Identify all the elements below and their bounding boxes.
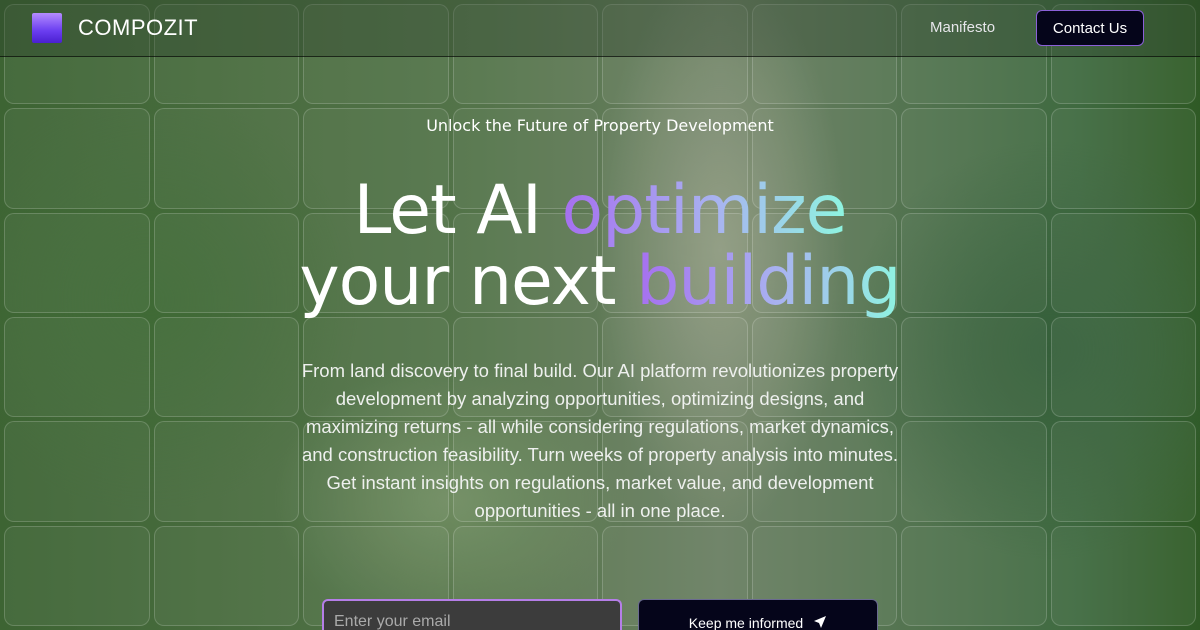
background-tile bbox=[901, 525, 1047, 626]
background-tile bbox=[1050, 317, 1196, 418]
contact-us-button[interactable]: Contact Us bbox=[1036, 10, 1144, 46]
background-tile bbox=[901, 317, 1047, 418]
background-tile bbox=[1050, 421, 1196, 522]
email-input[interactable] bbox=[322, 599, 622, 630]
title-plain: your next bbox=[299, 242, 637, 321]
background-tile bbox=[4, 421, 150, 522]
send-arrow-icon bbox=[813, 615, 827, 630]
background-tile bbox=[153, 421, 299, 522]
hero-description: From land discovery to final build. Our … bbox=[301, 360, 899, 521]
keep-me-informed-button[interactable]: Keep me informed bbox=[638, 599, 878, 630]
title-accent: optimize bbox=[561, 171, 848, 250]
title-accent: building bbox=[636, 242, 901, 321]
background-tile bbox=[1050, 525, 1196, 626]
hero-title-line-1: Let AI optimize bbox=[0, 175, 1200, 247]
background-tile bbox=[153, 525, 299, 626]
hero-title-line-2: your next building bbox=[0, 246, 1200, 318]
background-tile bbox=[153, 317, 299, 418]
hero-eyebrow: Unlock the Future of Property Developmen… bbox=[426, 116, 774, 135]
nav-link-manifesto[interactable]: Manifesto bbox=[930, 19, 995, 36]
top-nav: COMPOZIT Manifesto Contact Us bbox=[0, 0, 1200, 57]
background-tile bbox=[4, 525, 150, 626]
title-plain: Let AI bbox=[353, 171, 562, 250]
background-tile bbox=[4, 317, 150, 418]
background-tile bbox=[901, 421, 1047, 522]
brand-name[interactable]: COMPOZIT bbox=[78, 15, 198, 41]
compozit-logo-icon[interactable] bbox=[32, 13, 62, 43]
button-label: Keep me informed bbox=[688, 615, 804, 630]
